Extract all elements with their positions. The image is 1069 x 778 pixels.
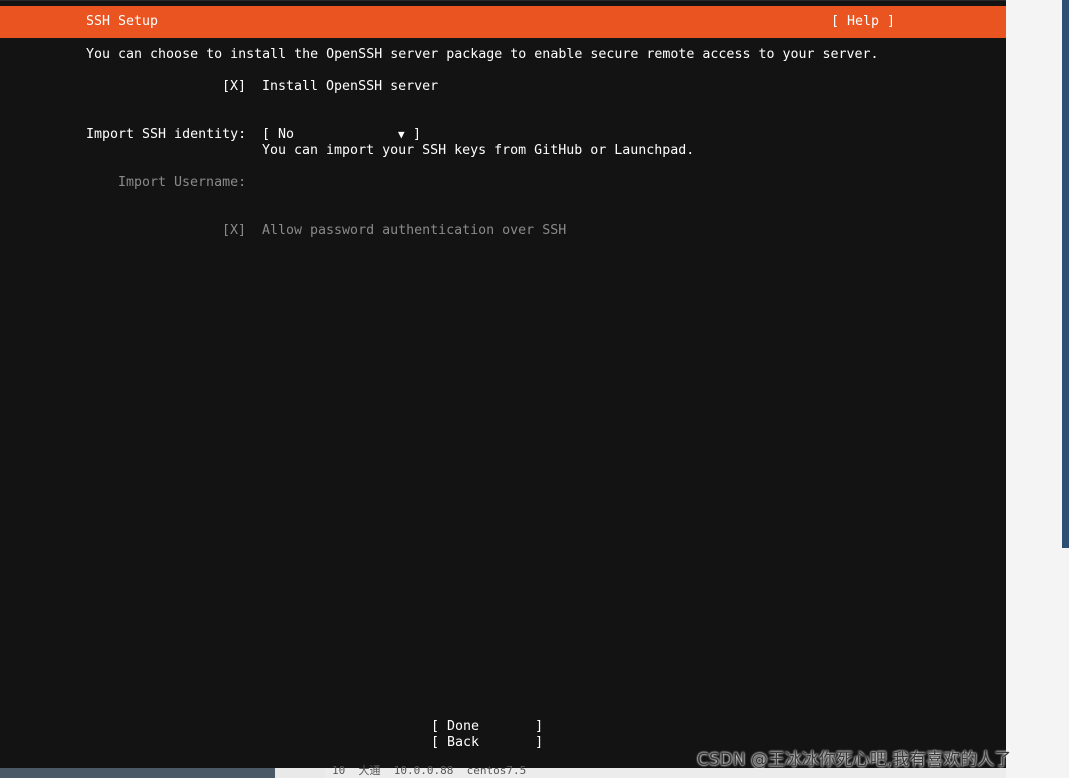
back-button[interactable]: [ Back ] [431, 735, 543, 751]
taskbar-peek-text: 10 大通 10.0.0.88 centos7.5 [332, 764, 527, 777]
import-ssh-identity-select[interactable]: [ No ▼ ] [0, 127, 1006, 321]
install-openssh-label: Install OpenSSH server [262, 79, 439, 94]
taskbar-left-block [0, 768, 275, 778]
import-ssh-identity-help: You can import your SSH keys from GitHub… [262, 143, 695, 158]
screen: SSH Setup [ Help ] You can choose to ins… [0, 0, 1069, 778]
installer-terminal: SSH Setup [ Help ] You can choose to ins… [0, 0, 1006, 769]
import-username-label: Import Username: [118, 175, 247, 190]
page-title: SSH Setup [86, 14, 159, 29]
help-button[interactable]: [ Help ] [831, 14, 895, 30]
select-close-bracket: ] [413, 127, 422, 142]
header-bar: SSH Setup [ Help ] [0, 6, 1006, 38]
done-button[interactable]: [ Done ] [431, 719, 543, 735]
csdn-watermark: CSDN @王冰冰你死心吧,我有喜欢的人了 [697, 750, 1012, 770]
allow-password-label: Allow password authentication over SSH [262, 223, 567, 238]
taskbar-separator [275, 768, 325, 778]
allow-password-option: [X] Allow password authentication over S… [0, 223, 1006, 481]
import-ssh-identity-label: Import SSH identity: [86, 127, 247, 142]
desktop-background-strip [1006, 0, 1069, 778]
dropdown-arrow-icon[interactable]: ▼ [398, 127, 405, 143]
intro-text: You can choose to install the OpenSSH se… [86, 47, 879, 62]
allow-password-checkbox: [X] [222, 223, 247, 238]
select-value[interactable]: [ No [262, 127, 294, 143]
window-edge-accent [1062, 0, 1069, 548]
install-openssh-checkbox[interactable]: [X] [222, 79, 246, 95]
